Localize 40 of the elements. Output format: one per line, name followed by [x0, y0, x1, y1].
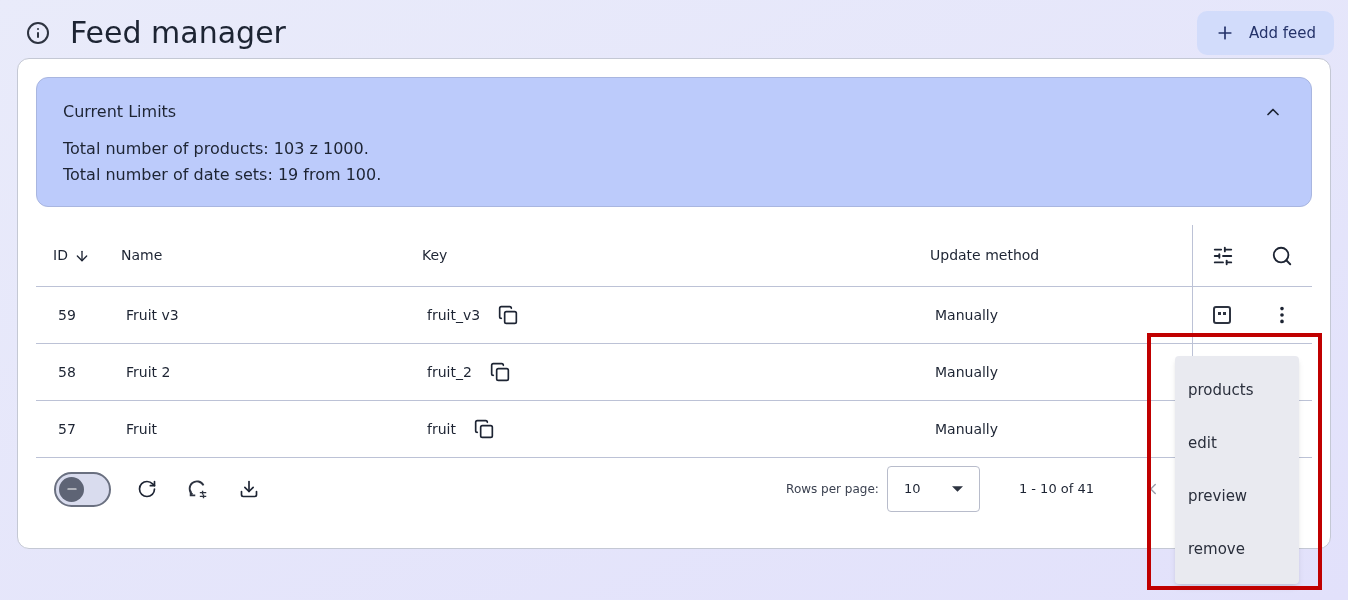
page-range: 1 - 10 of 41	[1018, 480, 1094, 499]
table-cell-text: Manually	[935, 362, 999, 382]
add-feed-button[interactable]: Add feed	[1196, 11, 1334, 55]
menu-item[interactable]: products	[1175, 364, 1299, 417]
rows-per-page-label: Rows per page:	[786, 481, 879, 498]
filter-icon[interactable]	[1211, 244, 1234, 267]
auto-refresh-icon[interactable]	[187, 478, 209, 500]
table-cell-text: Fruit 2	[126, 362, 171, 382]
toggle-switch[interactable]	[54, 471, 111, 507]
copy-icon[interactable]	[498, 305, 519, 325]
table-cell-text: Fruit v3	[126, 305, 179, 325]
column-header[interactable]: ID	[53, 245, 90, 266]
limits-title: Current Limits	[63, 101, 177, 123]
table-cell-text: Fruit	[126, 419, 158, 439]
table-cell-text: fruit_2	[427, 362, 472, 382]
table-cell-text: Manually	[935, 305, 999, 325]
table-cell-text: Manually	[935, 419, 999, 439]
page-title: Feed manager	[70, 18, 286, 48]
limit-text: Total number of products: 103 z 1000.	[63, 138, 370, 160]
limit-text: Total number of date sets: 19 from 100.	[63, 164, 383, 186]
download-icon[interactable]	[239, 479, 259, 499]
column-header[interactable]: Update method	[930, 245, 1040, 266]
preview-icon[interactable]	[1212, 305, 1233, 325]
table-cell-text: 58	[58, 362, 76, 382]
table-cell-text: fruit_v3	[427, 305, 481, 325]
column-header[interactable]: Name	[121, 245, 163, 266]
table-cell-text: 59	[58, 305, 76, 325]
copy-icon[interactable]	[489, 362, 510, 382]
rows-per-page-select[interactable]: 10	[886, 466, 980, 512]
info-icon[interactable]	[26, 21, 50, 45]
menu-item[interactable]: preview	[1175, 470, 1299, 523]
menu-item[interactable]: edit	[1175, 417, 1299, 470]
refresh-icon[interactable]	[137, 479, 157, 499]
dropdown-arrow-icon	[951, 486, 963, 492]
table-cell-text: 57	[58, 419, 76, 439]
copy-icon[interactable]	[473, 419, 494, 439]
column-header[interactable]: Key	[422, 245, 448, 266]
table-cell-text: fruit	[427, 419, 456, 439]
search-icon[interactable]	[1271, 244, 1294, 267]
menu-item[interactable]: remove	[1175, 523, 1299, 576]
